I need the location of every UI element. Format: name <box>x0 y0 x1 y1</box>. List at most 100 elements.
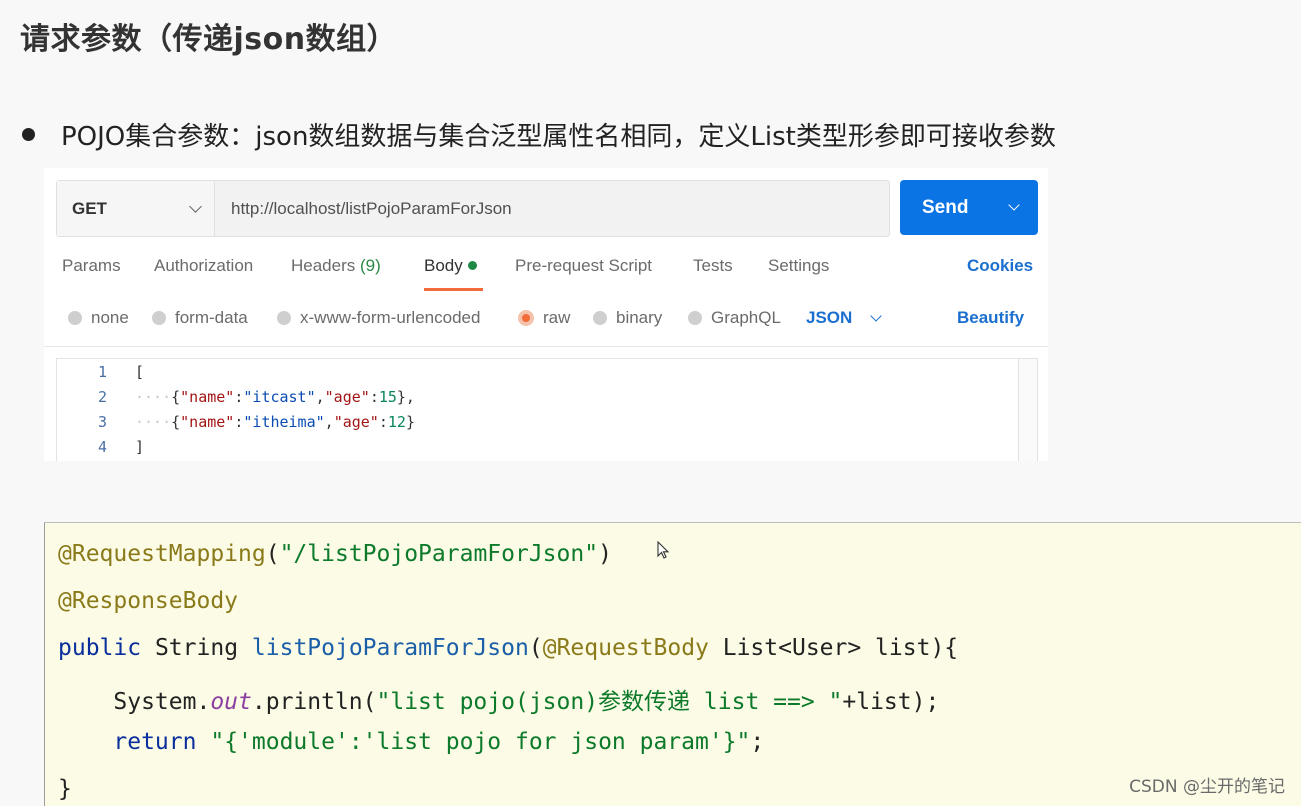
json-string-value: "itcast" <box>243 387 316 406</box>
keyword: public <box>58 635 142 661</box>
cookies-link[interactable]: Cookies <box>967 256 1033 276</box>
mouse-cursor-icon <box>657 541 670 559</box>
body-type-options: none form-data x-www-form-urlencoded raw… <box>44 306 1048 334</box>
watermark: CSDN @尘开的笔记 <box>1129 777 1285 797</box>
string-literal: "list pojo(json)参数传递 list ==> " <box>376 689 843 715</box>
radio-raw[interactable]: raw <box>518 308 570 328</box>
editor-text: : <box>234 387 244 406</box>
radio-form-data[interactable]: form-data <box>152 308 248 328</box>
active-tab-underline <box>424 288 483 291</box>
radio-circle-icon <box>593 311 607 325</box>
editor-line: 2 ····{"name": "itcast", "age":15}, <box>57 384 415 409</box>
code-text: +list); <box>842 689 940 715</box>
radio-x-www-form-urlencoded[interactable]: x-www-form-urlencoded <box>277 308 480 328</box>
json-key: "name" <box>180 412 235 431</box>
tab-tests[interactable]: Tests <box>693 256 733 276</box>
editor-scrollbar[interactable] <box>1018 359 1037 461</box>
type-name: String <box>154 635 239 661</box>
keyword: return <box>113 729 197 755</box>
send-label: Send <box>922 196 969 218</box>
bullet-point: POJO集合参数：json数组数据与集合泛型属性名相同，定义List类型形参即可… <box>22 116 1056 153</box>
code-punct: ( <box>528 635 543 661</box>
json-number-value: 15 <box>378 387 397 406</box>
annotation: @RequestBody <box>542 635 709 661</box>
body-status-dot-icon <box>467 260 477 270</box>
chevron-down-icon <box>189 199 202 213</box>
tab-body[interactable]: Body <box>424 256 477 276</box>
editor-text: } <box>405 412 415 431</box>
slide-title: 请求参数（传递json数组） <box>20 22 398 57</box>
code-text: System. <box>113 689 211 715</box>
radio-label: none <box>91 308 129 327</box>
indent-marker: ···· <box>135 412 172 431</box>
editor-text: }, <box>396 387 415 406</box>
code-text: } <box>58 776 72 802</box>
code-line: System.out.println("list pojo(json)参数传递 … <box>58 682 939 716</box>
radio-label: form-data <box>175 308 248 327</box>
tab-authorization[interactable]: Authorization <box>154 256 253 276</box>
radio-label: x-www-form-urlencoded <box>300 308 481 327</box>
radio-graphql[interactable]: GraphQL <box>688 308 781 328</box>
tab-headers[interactable]: Headers (9) <box>291 256 381 276</box>
editor-text: { <box>171 412 181 431</box>
json-number-value: 12 <box>387 412 406 431</box>
radio-label: raw <box>543 308 571 327</box>
editor-text: ] <box>135 437 145 456</box>
beautify-link[interactable]: Beautify <box>957 308 1024 328</box>
code-text: List<User> list){ <box>708 635 959 661</box>
tab-body-label: Body <box>424 256 463 275</box>
code-line: return "{'module':'list pojo for json pa… <box>58 729 764 755</box>
editor-text: : <box>234 412 244 431</box>
string-literal: "{'module':'list pojo for json param'}" <box>210 729 751 755</box>
code-line: public String listPojoParamForJson(@Requ… <box>58 635 958 661</box>
tab-headers-count: (9) <box>360 256 381 275</box>
send-button[interactable]: Send <box>900 180 1038 235</box>
line-number: 3 <box>97 412 107 431</box>
radio-circle-icon <box>688 311 702 325</box>
radio-none[interactable]: none <box>68 308 129 328</box>
bullet-text: POJO集合参数：json数组数据与集合泛型属性名相同，定义List类型形参即可… <box>61 122 1056 152</box>
tab-headers-label: Headers <box>291 256 356 275</box>
method-name: listPojoParamForJson <box>251 635 529 661</box>
tab-params[interactable]: Params <box>62 256 121 276</box>
radio-circle-icon <box>152 311 166 325</box>
radio-label: GraphQL <box>711 308 781 327</box>
indent-marker: ···· <box>135 387 172 406</box>
bullet-dot <box>22 128 35 141</box>
json-key: "age" <box>324 387 370 406</box>
json-key: "age" <box>333 412 379 431</box>
method-select[interactable]: GET <box>57 181 215 236</box>
send-options-chevron-icon[interactable] <box>1008 199 1020 211</box>
editor-text: : <box>378 412 388 431</box>
static-field: out <box>210 689 252 715</box>
line-number: 1 <box>97 362 107 381</box>
tab-pre-request-script[interactable]: Pre-request Script <box>515 256 652 276</box>
editor-text: , <box>315 387 325 406</box>
editor-text: : <box>369 387 379 406</box>
radio-selected-icon <box>518 310 534 326</box>
tab-settings[interactable]: Settings <box>768 256 829 276</box>
method-label: GET <box>72 198 107 218</box>
radio-circle-icon <box>277 311 291 325</box>
java-code-block: @RequestMapping("/listPojoParamForJson")… <box>44 522 1301 806</box>
code-text: .println( <box>251 689 377 715</box>
code-line: @ResponseBody <box>58 588 238 614</box>
postman-request-panel: GET http://localhost/listPojoParamForJso… <box>44 168 1048 461</box>
code-punct: ( <box>265 541 280 567</box>
editor-text: [ <box>135 362 145 381</box>
editor-text: , <box>324 412 334 431</box>
code-line: @RequestMapping("/listPojoParamForJson") <box>58 541 612 567</box>
json-key: "name" <box>180 387 235 406</box>
line-number: 2 <box>97 387 107 406</box>
code-line: } <box>58 776 72 802</box>
radio-label: binary <box>616 308 663 327</box>
string-literal: "/listPojoParamForJson" <box>279 541 599 567</box>
annotation: @ResponseBody <box>58 588 239 614</box>
line-number: 4 <box>97 437 107 456</box>
format-select[interactable]: JSON <box>806 308 882 328</box>
radio-binary[interactable]: binary <box>593 308 662 328</box>
request-tabs: Params Authorization Headers (9) Body Pr… <box>44 256 1048 292</box>
body-editor[interactable]: 1[ 2 ····{"name": "itcast", "age":15}, 3 ···… <box>56 358 1038 461</box>
editor-line: 1[ <box>57 359 144 384</box>
url-input[interactable]: http://localhost/listPojoParamForJson <box>215 199 512 219</box>
